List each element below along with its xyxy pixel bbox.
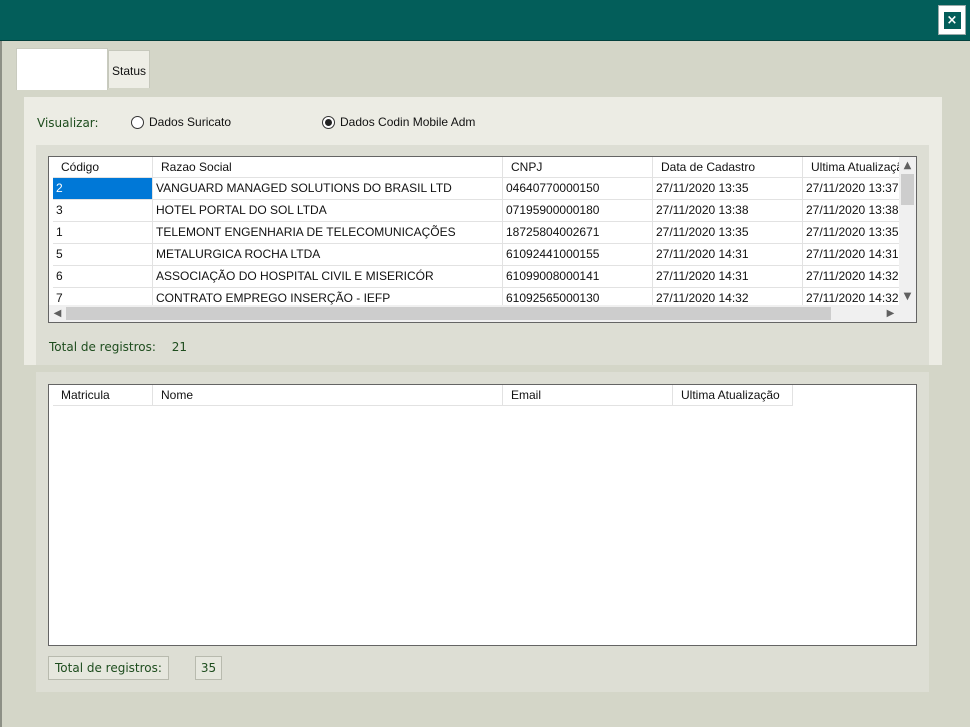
chevron-left-icon[interactable]: ◀ [49, 305, 66, 322]
employees-total: Total de registros: 35 [48, 656, 223, 680]
table-row[interactable]: 5 METALURGICA ROCHA LTDA 61092441000155 … [53, 244, 901, 266]
window-titlebar: × [0, 0, 970, 41]
column-header-nome[interactable]: Nome [153, 385, 503, 406]
cell-codigo[interactable]: 6 [53, 266, 153, 288]
view-label: Visualizar: [37, 116, 99, 130]
column-header-codigo[interactable]: Código [53, 157, 153, 178]
column-header-matricula[interactable]: Matricula [53, 385, 153, 406]
scrollbar-corner [899, 305, 916, 322]
cell-ultima-atualizacao[interactable]: 27/11/2020 14:31 [803, 244, 901, 266]
cell-data-cadastro[interactable]: 27/11/2020 13:35 [653, 178, 803, 200]
companies-grid[interactable]: Código Razao Social CNPJ Data de Cadastr… [48, 156, 917, 323]
tab-main[interactable] [16, 48, 108, 90]
column-header-ultima-atualizacao[interactable]: Ultima Atualização [803, 157, 901, 178]
column-header-data-cadastro[interactable]: Data de Cadastro [653, 157, 803, 178]
column-header-email[interactable]: Email [503, 385, 673, 406]
cell-data-cadastro[interactable]: 27/11/2020 14:31 [653, 244, 803, 266]
employees-grid[interactable]: Matricula Nome Email Ultima Atualização [48, 384, 917, 646]
cell-cnpj[interactable]: 61099008000141 [503, 266, 653, 288]
column-header-cnpj[interactable]: CNPJ [503, 157, 653, 178]
vertical-scrollbar[interactable]: ▲ ▼ [899, 157, 916, 305]
radio-dados-suricato-label: Dados Suricato [149, 115, 232, 129]
cell-codigo[interactable]: 3 [53, 200, 153, 222]
cell-razao-social[interactable]: TELEMONT ENGENHARIA DE TELECOMUNICAÇÕES [153, 222, 503, 244]
radio-dados-suricato[interactable]: Dados Suricato [131, 115, 231, 129]
cell-cnpj[interactable]: 18725804002671 [503, 222, 653, 244]
cell-data-cadastro[interactable]: 27/11/2020 13:35 [653, 222, 803, 244]
cell-cnpj[interactable]: 04640770000150 [503, 178, 653, 200]
employees-grid-header: Matricula Nome Email Ultima Atualização [53, 385, 793, 406]
column-header-ultima-atualizacao[interactable]: Ultima Atualização [673, 385, 793, 406]
cell-razao-social[interactable]: HOTEL PORTAL DO SOL LTDA [153, 200, 503, 222]
close-icon: × [943, 11, 961, 29]
cell-cnpj[interactable]: 61092441000155 [503, 244, 653, 266]
cell-razao-social[interactable]: METALURGICA ROCHA LTDA [153, 244, 503, 266]
cell-data-cadastro[interactable]: 27/11/2020 13:38 [653, 200, 803, 222]
window-frame-left [0, 41, 2, 727]
chevron-up-icon[interactable]: ▲ [899, 157, 916, 174]
companies-grid-header: Código Razao Social CNPJ Data de Cadastr… [53, 157, 901, 178]
status-area [16, 708, 970, 727]
close-button[interactable]: × [938, 5, 966, 35]
cell-razao-social[interactable]: ASSOCIAÇÃO DO HOSPITAL CIVIL E MISERICÓR [153, 266, 503, 288]
cell-ultima-atualizacao[interactable]: 27/11/2020 14:32 [803, 266, 901, 288]
chevron-right-icon[interactable]: ▶ [882, 305, 899, 322]
tab-status[interactable]: Status [108, 50, 150, 88]
cell-data-cadastro[interactable]: 27/11/2020 14:31 [653, 266, 803, 288]
employees-total-value: 35 [194, 656, 223, 680]
horizontal-scrollbar[interactable]: ◀ ▶ [49, 305, 916, 322]
chevron-down-icon[interactable]: ▼ [899, 288, 916, 305]
cell-codigo[interactable]: 1 [53, 222, 153, 244]
companies-total-label: Total de registros: [49, 340, 156, 354]
employees-total-label: Total de registros: [48, 656, 169, 680]
table-row[interactable]: 3 HOTEL PORTAL DO SOL LTDA 0719590000018… [53, 200, 901, 222]
radio-dados-codin-label: Dados Codin Mobile Adm [340, 115, 476, 129]
column-header-razao-social[interactable]: Razao Social [153, 157, 503, 178]
table-row[interactable]: 1 TELEMONT ENGENHARIA DE TELECOMUNICAÇÕE… [53, 222, 901, 244]
cell-ultima-atualizacao[interactable]: 27/11/2020 13:37 [803, 178, 901, 200]
cell-cnpj[interactable]: 07195900000180 [503, 200, 653, 222]
horizontal-scroll-thumb[interactable] [66, 307, 831, 320]
cell-codigo[interactable]: 2 [53, 178, 153, 200]
radio-dados-codin[interactable]: Dados Codin Mobile Adm [322, 115, 475, 129]
cell-codigo[interactable]: 5 [53, 244, 153, 266]
radio-icon [131, 115, 144, 129]
table-row[interactable]: 2 VANGUARD MANAGED SOLUTIONS DO BRASIL L… [53, 178, 901, 200]
cell-ultima-atualizacao[interactable]: 27/11/2020 13:38 [803, 200, 901, 222]
vertical-scroll-thumb[interactable] [901, 174, 914, 205]
radio-icon [322, 115, 335, 129]
companies-total: Total de registros: 21 [49, 340, 187, 354]
companies-total-value: 21 [171, 340, 188, 354]
cell-razao-social[interactable]: VANGUARD MANAGED SOLUTIONS DO BRASIL LTD [153, 178, 503, 200]
table-row[interactable]: 6 ASSOCIAÇÃO DO HOSPITAL CIVIL E MISERIC… [53, 266, 901, 288]
cell-ultima-atualizacao[interactable]: 27/11/2020 13:35 [803, 222, 901, 244]
